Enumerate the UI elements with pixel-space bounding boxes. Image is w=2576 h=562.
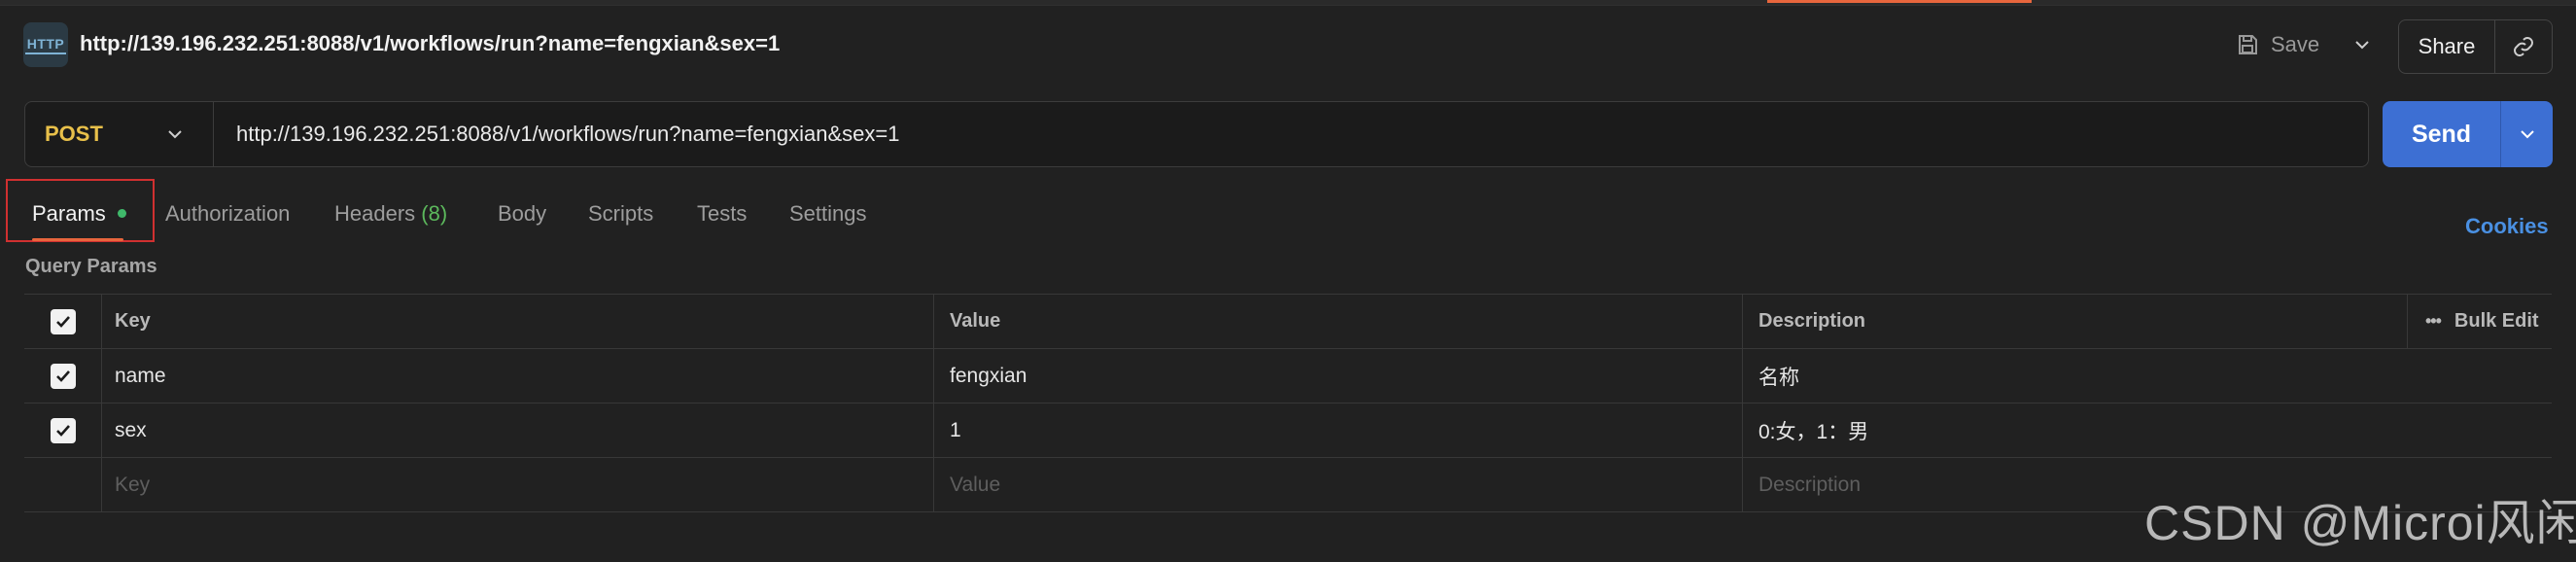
column-header-value: Value (934, 295, 1743, 348)
row-checkbox[interactable] (50, 363, 76, 389)
tab-scripts[interactable]: Scripts (588, 201, 653, 227)
send-group: Send (2383, 101, 2553, 167)
chevron-down-icon (2520, 130, 2534, 139)
save-icon (2239, 35, 2257, 54)
http-request-icon: HTTP (23, 22, 68, 67)
row-checkbox[interactable] (50, 417, 76, 443)
url-bar: POST (24, 101, 2369, 167)
param-value-cell[interactable]: fengxian (934, 349, 1743, 403)
param-key-cell[interactable]: sex (102, 404, 934, 457)
param-description-cell[interactable]: 名称 (1743, 349, 2552, 403)
chevron-down-icon (168, 130, 182, 139)
method-label: POST (45, 122, 103, 146)
bulk-edit-button[interactable]: ••• Bulk Edit (2408, 295, 2552, 348)
link-icon (2514, 37, 2533, 56)
watermark: CSDN @Microi风闲 (2144, 496, 2576, 550)
save-button[interactable]: Save (2236, 23, 2319, 66)
row-check-cell (24, 349, 102, 403)
param-value-cell[interactable]: 1 (934, 404, 1743, 457)
headers-count: (8) (421, 201, 448, 226)
request-title[interactable]: http://139.196.232.251:8088/v1/workflows… (80, 31, 780, 56)
check-icon (55, 424, 70, 437)
cookies-link[interactable]: Cookies (2465, 214, 2549, 239)
select-all-cell (24, 295, 102, 348)
tab-body[interactable]: Body (498, 201, 546, 227)
tab-settings[interactable]: Settings (789, 201, 867, 227)
param-key-cell[interactable]: name (102, 349, 934, 403)
save-dropdown-button[interactable] (2343, 23, 2382, 66)
tab-authorization[interactable]: Authorization (165, 201, 290, 227)
more-horizontal-icon: ••• (2425, 311, 2442, 331)
table-header-row: Key Value Description ••• Bulk Edit (24, 295, 2552, 349)
send-dropdown-button[interactable] (2501, 101, 2553, 167)
request-tabs: Params Authorization Headers (8) Body Sc… (0, 185, 2576, 243)
chevron-down-icon (2355, 41, 2369, 50)
table-row: sex 1 0:女，1：男 (24, 404, 2552, 458)
save-label: Save (2271, 32, 2320, 56)
share-button[interactable]: Share (2399, 20, 2495, 73)
query-params-title: Query Params (25, 256, 157, 277)
tab-params-underline (32, 238, 123, 241)
check-icon (55, 369, 70, 382)
select-all-checkbox[interactable] (50, 308, 76, 334)
active-tab-indicator (1767, 0, 2032, 3)
params-active-dot (117, 208, 126, 218)
top-tab-strip (0, 0, 2576, 6)
row-check-cell (24, 458, 102, 511)
param-description-cell[interactable]: 0:女，1：男 (1743, 404, 2552, 457)
tab-headers[interactable]: Headers (8) (334, 201, 447, 227)
column-header-description: Description (1743, 295, 2408, 348)
share-group: Share (2398, 19, 2553, 74)
tab-params[interactable]: Params (32, 201, 126, 227)
new-key-input[interactable]: Key (102, 458, 934, 511)
send-button[interactable]: Send (2383, 101, 2501, 167)
row-check-cell (24, 404, 102, 457)
query-params-table: Key Value Description ••• Bulk Edit name… (24, 294, 2552, 512)
copy-link-button[interactable] (2495, 20, 2552, 73)
request-header: HTTP http://139.196.232.251:8088/v1/work… (0, 18, 2576, 76)
url-input[interactable] (236, 102, 2326, 166)
column-header-key: Key (102, 295, 934, 348)
check-icon (55, 315, 70, 328)
tab-tests[interactable]: Tests (697, 201, 747, 227)
table-row: name fengxian 名称 (24, 349, 2552, 404)
method-select[interactable]: POST (25, 102, 214, 166)
new-value-input[interactable]: Value (934, 458, 1743, 511)
